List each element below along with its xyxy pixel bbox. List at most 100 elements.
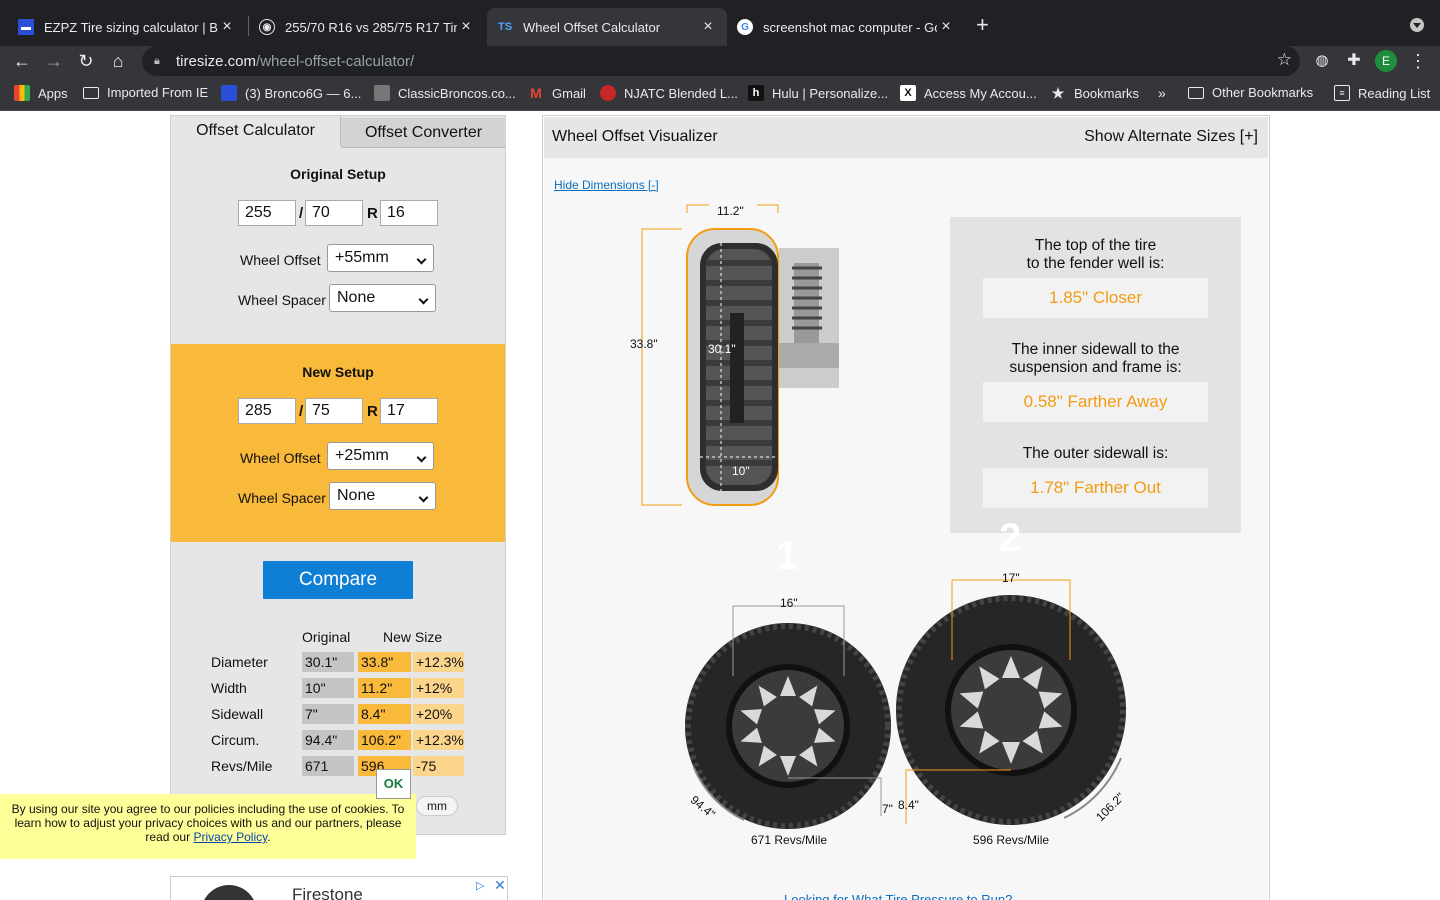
cookie-text-end: . (267, 830, 271, 844)
bookmark-label: ClassicBroncos.co... (398, 85, 516, 101)
row-label: Sidewall (211, 706, 264, 722)
close-icon[interactable]: × (457, 18, 475, 36)
original-aspect-input[interactable]: 70 (305, 200, 363, 226)
original-setup-title: Original Setup (290, 166, 386, 182)
result-answer-suspension: 0.58" Farther Away (983, 382, 1208, 422)
menu-kebab-icon[interactable]: ⋮ (1406, 49, 1430, 73)
wheel-offset-visualizer-panel: Wheel Offset Visualizer Show Alternate S… (542, 115, 1270, 900)
address-bar[interactable]: 🔒︎ tiresize.com/wheel-offset-calculator/… (142, 46, 1300, 76)
extensions-puzzle-icon[interactable]: ✚ (1342, 49, 1366, 73)
new-offset-label: Wheel Offset (240, 450, 321, 466)
new-rim-input[interactable]: 17 (380, 398, 438, 424)
bookmark-bronco6g[interactable]: (3) Bronco6G — 6... (221, 85, 361, 101)
result-question: The inner sidewall to the (1011, 341, 1180, 358)
bookmarks-overflow-icon[interactable]: » (1158, 85, 1166, 101)
bookmark-access-account[interactable]: X Access My Accou... (900, 85, 1037, 101)
new-setup-section: New Setup 285 / 75 R 17 Wheel Offset +25… (171, 344, 505, 542)
close-icon[interactable]: × (218, 18, 236, 36)
tab-label: 255/70 R16 vs 285/75 R17 Tire (285, 19, 457, 35)
visualizer-title: Wheel Offset Visualizer (552, 128, 718, 145)
cell-diff: +12% (413, 678, 464, 698)
url-host: tiresize.com (176, 52, 257, 70)
bookmark-other[interactable]: Other Bookmarks (1188, 85, 1313, 100)
bookmark-apps[interactable]: Apps (14, 85, 68, 101)
bookmark-star-icon[interactable]: ☆ (1277, 50, 1292, 70)
bookmark-gmail[interactable]: M Gmail (528, 85, 586, 101)
bookmark-hulu[interactable]: h Hulu | Personalize... (748, 85, 888, 101)
advertisement[interactable]: Firestone ▷ ✕ (170, 876, 508, 900)
back-icon[interactable]: ← (10, 49, 34, 73)
new-offset-select[interactable]: +25mm (327, 442, 434, 470)
cookie-banner: By using our site you agree to our polic… (0, 794, 416, 859)
result-answer-outer-sidewall: 1.78" Farther Out (983, 468, 1208, 508)
cell-new: 11.2" (358, 678, 411, 698)
home-icon[interactable]: ⌂ (106, 49, 130, 73)
new-tab-icon[interactable]: + (976, 12, 989, 38)
cell-original: 10" (302, 678, 354, 698)
result-question: suspension and frame is: (1009, 359, 1182, 376)
tab-ezpz[interactable]: ▬ EZPZ Tire sizing calculator | Br × (8, 8, 246, 46)
bookmark-classicbroncos[interactable]: ClassicBroncos.co... (374, 85, 516, 101)
original-offset-label: Wheel Offset (240, 252, 321, 268)
tab-offset-calculator[interactable]: Offset Calculator (171, 116, 341, 146)
original-spacer-select[interactable]: None (329, 284, 436, 312)
bookmark-label: Bookmarks (1074, 85, 1140, 101)
bookmark-label: Apps (38, 85, 68, 101)
tab-google[interactable]: G screenshot mac computer - Go × (727, 8, 965, 46)
cookie-ok-button[interactable]: OK (376, 769, 411, 799)
tab-offset-converter[interactable]: Offset Converter (341, 118, 506, 148)
tab-tire-compare[interactable]: ◉ 255/70 R16 vs 285/75 R17 Tire × (249, 8, 485, 46)
adchoices-icon[interactable]: ▷ (476, 879, 484, 892)
original-rim-input[interactable]: 16 (380, 200, 438, 226)
unit-toggle-mm[interactable]: mm (416, 796, 458, 816)
cell-new: 8.4" (358, 704, 411, 724)
compare-button[interactable]: Compare (263, 561, 413, 599)
result-question: The outer sidewall is: (1022, 445, 1169, 462)
bookmark-bookmarks[interactable]: ★ Bookmarks (1050, 85, 1139, 101)
gmail-icon: M (530, 85, 542, 101)
tab-label: Wheel Offset Calculator (523, 19, 661, 35)
ad-close-icon[interactable]: ✕ (494, 877, 506, 894)
bookmark-label: Gmail (552, 85, 586, 101)
reading-list[interactable]: ≡ Reading List (1334, 85, 1430, 101)
close-icon[interactable]: × (699, 18, 717, 36)
col-header-new-size: New Size (383, 629, 443, 645)
new-spacer-select[interactable]: None (329, 482, 436, 510)
apps-grid-icon (14, 85, 30, 101)
classicbroncos-favicon (374, 85, 390, 101)
original-width-input[interactable]: 255 (238, 200, 296, 226)
show-alternate-sizes-link[interactable]: Show Alternate Sizes [+] (1084, 128, 1258, 146)
wheel-2-number: 2 (999, 516, 1022, 560)
google-favicon: G (737, 19, 753, 35)
ad-tire-image (201, 885, 257, 900)
close-icon[interactable]: × (937, 18, 955, 36)
privacy-policy-link[interactable]: Privacy Policy (193, 830, 267, 844)
row-label: Circum. (211, 732, 260, 748)
slash-separator: / (299, 403, 304, 420)
original-offset-select[interactable]: +55mm (327, 244, 434, 272)
hide-dimensions-link[interactable]: Hide Dimensions [-] (554, 178, 659, 192)
cell-diff: +12.3% (413, 652, 464, 672)
profile-avatar[interactable]: E (1375, 50, 1397, 72)
result-question: The top of the tire (1034, 237, 1157, 254)
cell-original: 94.4" (302, 730, 354, 750)
reload-icon[interactable]: ↻ (74, 49, 98, 73)
extension-globe-icon[interactable]: ◍ (1310, 49, 1334, 73)
tiresize-favicon: TS (497, 21, 513, 33)
hulu-favicon: h (748, 85, 764, 101)
forward-icon[interactable]: → (42, 49, 66, 73)
bookmark-imported-ie[interactable]: Imported From IE (83, 85, 208, 100)
tab-wheel-offset[interactable]: TS Wheel Offset Calculator × (487, 8, 727, 46)
bookmark-njatc[interactable]: NJATC Blended L... (600, 85, 738, 101)
tab-label: screenshot mac computer - Go (763, 19, 937, 35)
star-icon: ★ (1051, 84, 1065, 101)
new-aspect-input[interactable]: 75 (305, 398, 363, 424)
original-spacer-label: Wheel Spacer (238, 292, 326, 308)
tab-search-icon[interactable] (1410, 18, 1424, 32)
bookmark-label: Access My Accou... (924, 85, 1037, 101)
new-width-input[interactable]: 285 (238, 398, 296, 424)
tire-pressure-link[interactable]: Looking for What Tire Pressure to Run? (784, 892, 1012, 900)
wheel-1 (685, 605, 891, 829)
row-label: Revs/Mile (211, 758, 273, 774)
cell-original: 671 (302, 756, 354, 776)
